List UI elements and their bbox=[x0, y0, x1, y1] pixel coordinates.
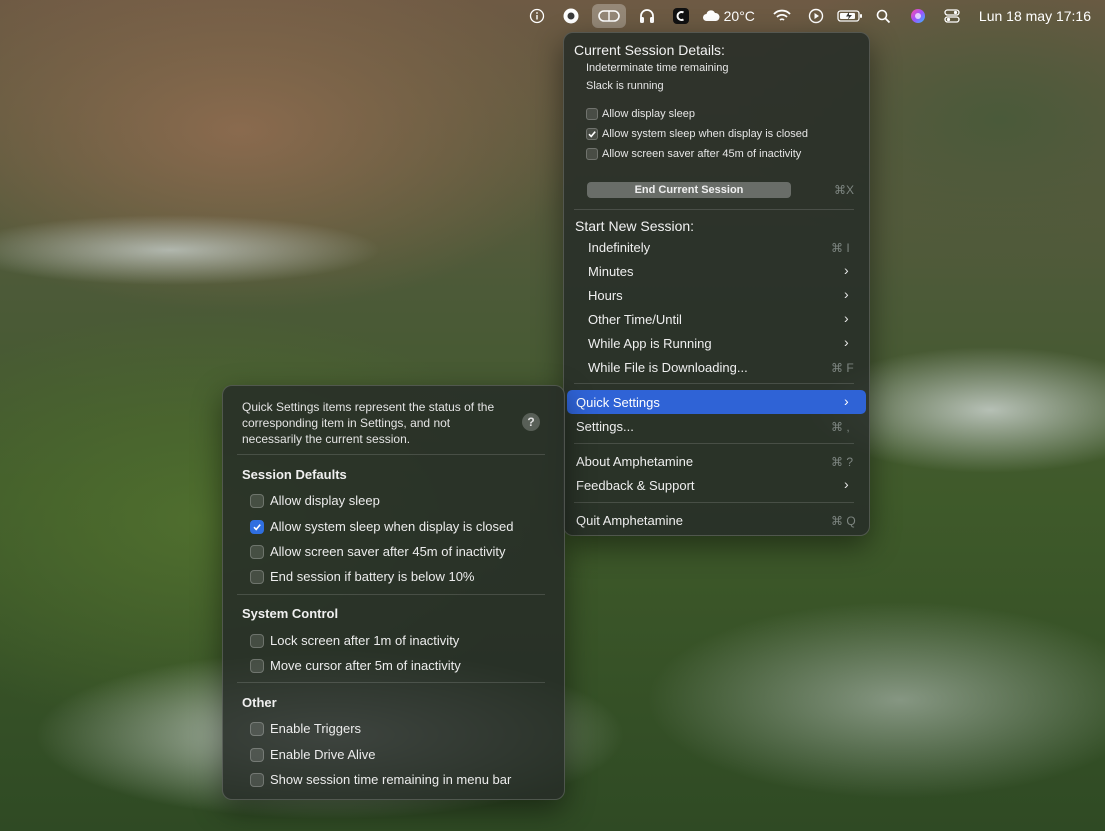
section-title-system-control: System Control bbox=[242, 606, 339, 621]
search-icon[interactable] bbox=[871, 4, 897, 28]
allow-screen-saver-checkbox[interactable] bbox=[586, 148, 598, 160]
separator bbox=[237, 682, 545, 683]
qs-allow-screen-saver-checkbox[interactable] bbox=[250, 545, 264, 559]
start-minutes-item[interactable]: Minutes bbox=[588, 264, 634, 279]
quit-item[interactable]: Quit Amphetamine bbox=[576, 513, 683, 528]
indefinitely-shortcut: ⌘ I bbox=[831, 241, 850, 255]
separator bbox=[574, 209, 854, 210]
end-current-session-button[interactable]: End Current Session bbox=[587, 182, 791, 198]
headphones-icon[interactable] bbox=[634, 4, 660, 28]
separator bbox=[574, 502, 854, 503]
settings-shortcut: ⌘ , bbox=[831, 420, 850, 434]
separator bbox=[574, 383, 854, 384]
app-icon[interactable] bbox=[668, 4, 694, 28]
start-while-file-downloading-item[interactable]: While File is Downloading... bbox=[588, 360, 748, 375]
allow-display-sleep-checkbox[interactable] bbox=[586, 108, 598, 120]
start-hours-item[interactable]: Hours bbox=[588, 288, 623, 303]
qs-allow-display-sleep-checkbox[interactable] bbox=[250, 494, 264, 508]
about-shortcut: ⌘ ? bbox=[831, 455, 854, 469]
qs-allow-system-sleep-checkbox[interactable] bbox=[250, 520, 264, 534]
wifi-icon[interactable] bbox=[769, 4, 795, 28]
chevron-right-icon: › bbox=[844, 476, 849, 492]
clock[interactable]: Lun 18 may 17:16 bbox=[979, 4, 1091, 28]
time-remaining-text: Indeterminate time remaining bbox=[586, 62, 729, 74]
separator bbox=[237, 594, 545, 595]
qs-enable-drive-alive-checkbox[interactable] bbox=[250, 748, 264, 762]
settings-item[interactable]: Settings... bbox=[576, 419, 634, 434]
qs-enable-triggers-label[interactable]: Enable Triggers bbox=[270, 721, 361, 736]
menu-bar: 20°C Lun 18 may 17:16 bbox=[0, 0, 1105, 32]
about-item[interactable]: About Amphetamine bbox=[576, 454, 693, 469]
weather-widget[interactable]: 20°C bbox=[702, 4, 755, 28]
qs-show-time-remaining-checkbox[interactable] bbox=[250, 773, 264, 787]
separator bbox=[574, 443, 854, 444]
file-downloading-shortcut: ⌘ F bbox=[831, 361, 854, 375]
start-while-app-running-item[interactable]: While App is Running bbox=[588, 336, 712, 351]
chevron-right-icon: › bbox=[844, 393, 849, 409]
qs-enable-drive-alive-label[interactable]: Enable Drive Alive bbox=[270, 747, 376, 762]
allow-screen-saver-label[interactable]: Allow screen saver after 45m of inactivi… bbox=[602, 148, 801, 160]
qs-lock-screen-checkbox[interactable] bbox=[250, 634, 264, 648]
section-title-other: Other bbox=[242, 695, 277, 710]
qs-show-time-remaining-label[interactable]: Show session time remaining in menu bar bbox=[270, 772, 511, 787]
info-icon[interactable] bbox=[524, 4, 550, 28]
qs-move-cursor-label[interactable]: Move cursor after 5m of inactivity bbox=[270, 658, 461, 673]
quick-settings-submenu: Quick Settings items represent the statu… bbox=[222, 385, 565, 800]
amphetamine-menu: Current Session Details: Indeterminate t… bbox=[563, 32, 870, 536]
app-running-text: Slack is running bbox=[586, 80, 664, 92]
qs-allow-screen-saver-label[interactable]: Allow screen saver after 45m of inactivi… bbox=[270, 544, 506, 559]
quick-settings-label[interactable]: Quick Settings bbox=[576, 395, 660, 410]
qs-end-session-battery-label[interactable]: End session if battery is below 10% bbox=[270, 569, 475, 584]
help-icon[interactable]: ? bbox=[522, 413, 540, 431]
siri-icon[interactable] bbox=[905, 4, 931, 28]
current-session-header: Current Session Details: bbox=[574, 42, 725, 58]
weather-temperature: 20°C bbox=[723, 8, 755, 24]
start-other-time-item[interactable]: Other Time/Until bbox=[588, 312, 682, 327]
cloud-icon bbox=[702, 9, 720, 23]
battery-icon[interactable] bbox=[837, 4, 863, 28]
chevron-right-icon: › bbox=[844, 286, 849, 302]
allow-display-sleep-label[interactable]: Allow display sleep bbox=[602, 108, 695, 120]
quit-shortcut: ⌘ Q bbox=[831, 514, 856, 528]
record-icon[interactable] bbox=[558, 4, 584, 28]
chevron-right-icon: › bbox=[844, 262, 849, 278]
quick-settings-description: Quick Settings items represent the statu… bbox=[242, 400, 495, 446]
feedback-support-item[interactable]: Feedback & Support bbox=[576, 478, 695, 493]
qs-allow-display-sleep-label[interactable]: Allow display sleep bbox=[270, 493, 380, 508]
qs-lock-screen-label[interactable]: Lock screen after 1m of inactivity bbox=[270, 633, 459, 648]
separator bbox=[237, 454, 545, 455]
allow-system-sleep-checkbox[interactable] bbox=[586, 128, 598, 140]
qs-allow-system-sleep-label[interactable]: Allow system sleep when display is close… bbox=[270, 519, 514, 534]
chevron-right-icon: › bbox=[844, 334, 849, 350]
checkmark-icon bbox=[588, 131, 596, 138]
start-indefinitely-item[interactable]: Indefinitely bbox=[588, 240, 650, 255]
control-center-icon[interactable] bbox=[939, 4, 965, 28]
end-session-shortcut: ⌘X bbox=[834, 183, 855, 197]
amphetamine-icon[interactable] bbox=[591, 4, 626, 28]
qs-move-cursor-checkbox[interactable] bbox=[250, 659, 264, 673]
chevron-right-icon: › bbox=[844, 310, 849, 326]
start-new-session-header: Start New Session: bbox=[575, 218, 695, 234]
qs-enable-triggers-checkbox[interactable] bbox=[250, 722, 264, 736]
checkmark-icon bbox=[253, 524, 261, 531]
qs-end-session-battery-checkbox[interactable] bbox=[250, 570, 264, 584]
section-title-session-defaults: Session Defaults bbox=[242, 467, 347, 482]
allow-system-sleep-label[interactable]: Allow system sleep when display is close… bbox=[602, 128, 808, 140]
play-icon[interactable] bbox=[803, 4, 829, 28]
